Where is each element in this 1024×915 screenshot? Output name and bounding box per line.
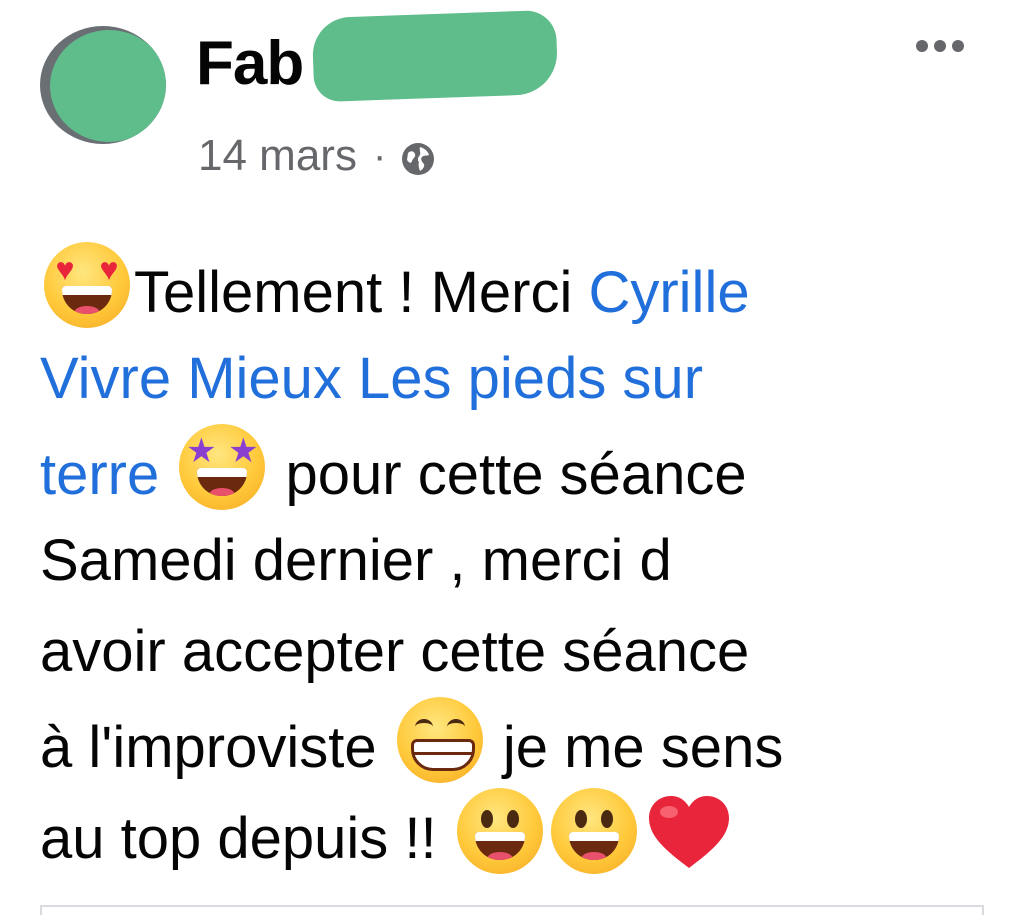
- post-meta: 14 mars ·: [198, 126, 436, 186]
- post-line-7: au top depuis !!: [40, 788, 1000, 879]
- post-text-segment: Samedi dernier , merci d: [40, 528, 672, 593]
- post-text-segment: pour cette séance: [269, 442, 747, 507]
- heart-eyes-emoji: ♥ ♥: [44, 242, 130, 328]
- author-avatar[interactable]: [40, 26, 166, 144]
- name-redaction: [311, 9, 559, 103]
- post-divider: [40, 905, 984, 915]
- author-row: Fab: [196, 24, 304, 104]
- facebook-post: Fab 14 mars · ♥ ♥ Tellement ! Merci Cyril…: [0, 0, 1024, 915]
- post-text-segment: à l'improviste: [40, 715, 377, 780]
- mention-link[interactable]: terre: [40, 442, 159, 507]
- mention-link[interactable]: Cyrille: [588, 260, 749, 325]
- author-name[interactable]: Fab: [196, 33, 304, 95]
- post-date[interactable]: 14 mars: [198, 131, 357, 181]
- post-line-5: avoir accepter cette séance: [40, 606, 1000, 697]
- meta-separator: ·: [372, 133, 387, 178]
- more-options-icon: [952, 40, 964, 52]
- post-line-3: terre ★ ★ pour cette séance: [40, 424, 1000, 515]
- post-line-2: Vivre Mieux Les pieds sur: [40, 333, 1000, 424]
- post-line-4: Samedi dernier , merci d: [40, 515, 1000, 606]
- grinning-face-emoji: [456, 788, 543, 874]
- post-line-1: ♥ ♥ Tellement ! Merci Cyrille: [40, 242, 1000, 333]
- grinning-squinting-emoji: [396, 697, 483, 783]
- red-heart-emoji: [645, 792, 733, 872]
- avatar-redaction: [50, 30, 166, 142]
- post-text-segment: je me sens: [486, 715, 784, 780]
- post-text-segment: Tellement ! Merci: [134, 260, 589, 325]
- more-options-icon: [916, 40, 928, 52]
- post-line-6: à l'improviste je me sens: [40, 697, 1000, 788]
- post-body: ♥ ♥ Tellement ! Merci Cyrille Vivre Mieux…: [40, 242, 1000, 879]
- more-options-icon: [934, 40, 946, 52]
- post-text-segment: avoir accepter cette séance: [40, 619, 750, 684]
- more-options-button[interactable]: [900, 26, 980, 66]
- post-text-segment: au top depuis !!: [40, 806, 453, 871]
- grinning-face-emoji: [550, 788, 637, 874]
- mention-link[interactable]: Vivre Mieux Les pieds sur: [40, 346, 703, 411]
- globe-icon[interactable]: [400, 138, 436, 175]
- star-struck-emoji: ★ ★: [179, 424, 266, 510]
